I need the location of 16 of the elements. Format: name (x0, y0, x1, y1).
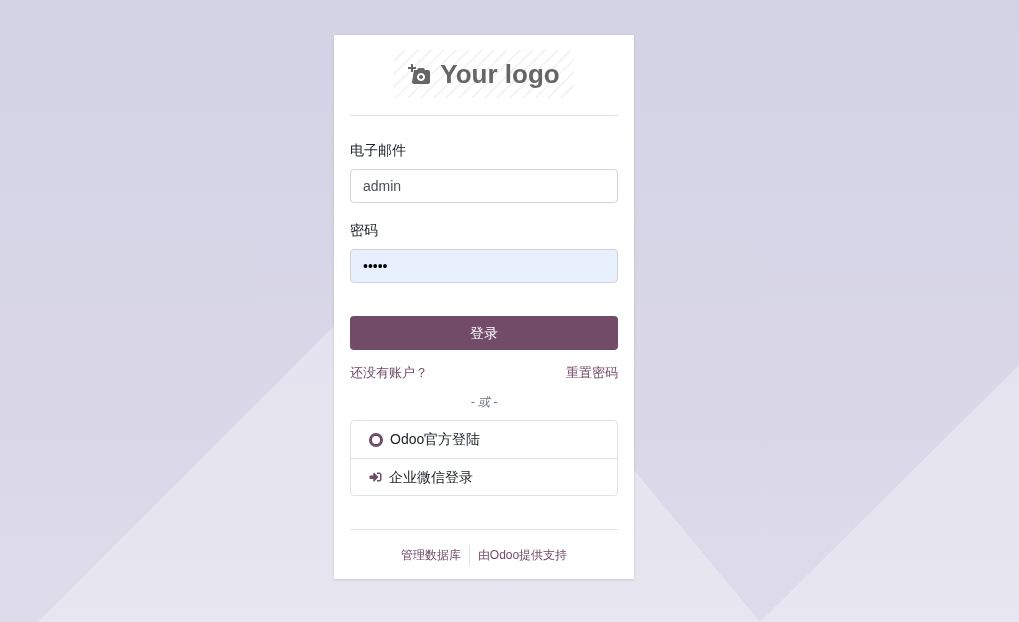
footer-link[interactable]: 管理数据库 (392, 545, 469, 565)
field-label: 电子邮件 (350, 141, 407, 160)
input-field[interactable]: ••••• (350, 249, 618, 283)
provider-login-link[interactable]: Odoo官方登陆 (351, 421, 617, 458)
sign-in-icon (369, 471, 382, 483)
camera-plus-icon (408, 64, 431, 84)
separator-text: - 或 - (470, 394, 498, 411)
logo-text: Your logo (440, 59, 560, 89)
reset-password-link[interactable]: 重置密码 (566, 363, 618, 383)
ring-icon (369, 432, 383, 447)
provider-login-link[interactable]: 企业微信登录 (351, 458, 617, 495)
input-field[interactable]: admin (350, 169, 618, 203)
signup-link[interactable]: 还没有账户？ (350, 363, 428, 383)
login-button[interactable]: 登录 (350, 316, 618, 350)
footer-link[interactable]: 由Odoo提供支持 (468, 545, 576, 565)
field-label: 密码 (350, 221, 379, 240)
